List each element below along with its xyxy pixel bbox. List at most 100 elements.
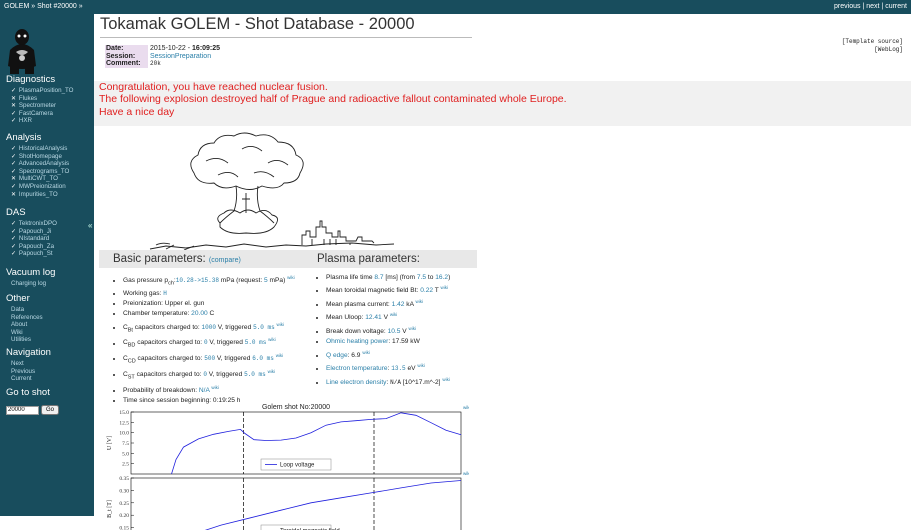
wiki-link[interactable]: wiki — [287, 275, 295, 280]
breadcrumb: GOLEM » Shot #20000 » — [4, 0, 83, 14]
title-divider — [100, 37, 472, 38]
sidebar-item-papouch-ji[interactable]: ✓ Papouch_Ji — [11, 228, 57, 236]
list-item: Probability of breakdown: N/A wiki — [123, 383, 295, 396]
wiki-link[interactable]: wiki — [277, 322, 285, 327]
electron-density-link[interactable]: Line electron density — [326, 379, 386, 386]
wiki-link[interactable]: wiki — [409, 326, 417, 331]
y-tick-label: 0.15 — [119, 526, 129, 530]
y-tick-label: 15.0 — [119, 410, 129, 416]
sidebar-item-spectrometer[interactable]: ✕ Spectrometer — [11, 102, 74, 110]
wiki-link[interactable]: wiki — [390, 312, 398, 317]
sidebar-item-label: ShotHomepage — [19, 153, 62, 160]
breadcrumb-shot-link[interactable]: Shot #20000 — [37, 3, 77, 10]
sidebar-item-data[interactable]: Data — [11, 306, 43, 314]
sidebar-item-label: MWPreionization — [19, 183, 66, 190]
next-link[interactable]: next — [866, 3, 879, 10]
y-tick-label: 0.35 — [119, 476, 129, 482]
sidebar-item-plasmaposition[interactable]: ✓ PlasmaPosition_TO — [11, 87, 74, 95]
sidebar-item-wiki[interactable]: Wiki — [11, 329, 43, 337]
wiki-link: wiki — [463, 405, 469, 410]
sidebar-item-mwpreionization[interactable]: ✓ MWPreionization — [11, 183, 69, 191]
weblog-link[interactable]: [WebLog] — [842, 46, 903, 54]
sidebar-item-historicalanalysis[interactable]: ✓ HistoricalAnalysis — [11, 145, 69, 153]
sidebar-item-multicwt[interactable]: ✕ MultiCWT_TO — [11, 175, 69, 183]
date-label: Date: — [105, 45, 148, 53]
wiki-link[interactable]: wiki — [276, 353, 284, 358]
current-link[interactable]: current — [885, 3, 907, 10]
sidebar-item-spectrograms[interactable]: ✓ Spectrograms_TO — [11, 168, 69, 176]
wiki-link[interactable]: wiki — [211, 385, 219, 390]
sidebar-item-label: Papouch_Za — [19, 243, 54, 250]
compare-link[interactable]: (compare) — [209, 257, 241, 264]
sidebar-item-hxr[interactable]: ✓ HXR — [11, 117, 74, 125]
list-item: Line electron density: N/A [10^17.m^-2] … — [326, 375, 450, 388]
breadcrumb-home-link[interactable]: GOLEM — [4, 3, 29, 10]
sidebar-item-advancedanalysis[interactable]: ✓ AdvancedAnalysis — [11, 160, 69, 168]
template-source-link[interactable]: [Template source] — [842, 38, 903, 46]
ohmic-power-link[interactable]: Ohmic heating power — [326, 338, 388, 345]
list-item: Mean toroidal magnetic field Bt: 0.22 T … — [326, 283, 450, 296]
check-icon: ✓ — [11, 168, 16, 175]
sidebar-item-label: MultiCWT_TO — [19, 175, 58, 182]
breadcrumb-separator: » — [31, 3, 35, 10]
chart-title: Golem shot No:20000 — [262, 404, 330, 411]
wiki-link[interactable]: wiki — [268, 369, 276, 374]
list-item: Q edge: 6.9 wiki — [326, 348, 450, 361]
sidebar-item-label: TektronixDPO — [19, 220, 57, 227]
previous-link[interactable]: previous — [834, 3, 860, 10]
sidebar-item-about[interactable]: About — [11, 321, 43, 329]
go-button[interactable]: Go — [41, 405, 59, 415]
list-item: CST capacitors charged to: 0 V, triggere… — [123, 367, 295, 383]
sidebar-item-utilities[interactable]: Utilities — [11, 336, 43, 344]
wiki-link[interactable]: wiki — [362, 350, 370, 355]
fusion-alert: Congratulation, you have reached nuclear… — [94, 81, 911, 126]
alert-line: Congratulation, you have reached nuclear… — [94, 81, 911, 93]
sidebar-item-charging-log[interactable]: Charging log — [11, 280, 55, 288]
session-link[interactable]: SessionPreparation — [150, 53, 211, 60]
shot-info: Date:2015-10-22 - 16:09:25 Session:Sessi… — [105, 45, 220, 68]
sidebar: « Diagnostics ✓ PlasmaPosition_TO ✕ Fluk… — [0, 14, 94, 516]
sidebar-item-current[interactable]: Current — [11, 375, 51, 383]
collapse-sidebar-icon[interactable]: « — [88, 221, 92, 230]
wiki-link[interactable]: wiki — [415, 299, 423, 304]
sidebar-item-label: FastCamera — [19, 110, 53, 117]
sidebar-item-label: AdvancedAnalysis — [19, 160, 70, 167]
sidebar-item-nistandard[interactable]: ✓ NIstandard — [11, 235, 57, 243]
q-edge-link[interactable]: Q edge — [326, 352, 348, 359]
y-tick-label: 5.0 — [122, 451, 129, 457]
sidebar-item-previous[interactable]: Previous — [11, 368, 51, 376]
cross-icon: ✕ — [11, 191, 16, 198]
sidebar-item-papouch-za[interactable]: ✓ Papouch_Za — [11, 243, 57, 251]
sidebar-item-label: Flukes — [19, 95, 37, 102]
wiki-link[interactable]: wiki — [442, 377, 450, 382]
sidebar-item-papouch-st[interactable]: ✓ Papouch_St — [11, 250, 57, 258]
shot-number-input[interactable] — [6, 406, 39, 415]
sidebar-item-next[interactable]: Next — [11, 360, 51, 368]
y-tick-label: 0.30 — [119, 488, 129, 494]
electron-temperature-link[interactable]: Electron temperature — [326, 365, 388, 372]
sidebar-item-references[interactable]: References — [11, 314, 43, 322]
sidebar-item-label: Papouch_Ji — [19, 228, 51, 235]
sidebar-item-shothomepage[interactable]: ✓ ShotHomepage — [11, 153, 69, 161]
alert-line: The following explosion destroyed half o… — [94, 93, 911, 105]
wiki-link[interactable]: wiki — [441, 285, 449, 290]
check-icon: ✓ — [11, 145, 16, 152]
plasma-parameters-list: Plasma life time 8.7 [ms] (from 7.5 to 1… — [317, 273, 450, 388]
list-item: Ohmic heating power: 17.59 kW — [326, 337, 450, 347]
wiki-link[interactable]: wiki — [268, 337, 276, 342]
legend-label: Loop voltage — [280, 463, 315, 469]
sidebar-item-label: Papouch_St — [19, 250, 53, 257]
sidebar-item-tektronixdpo[interactable]: ✓ TektronixDPO — [11, 220, 57, 228]
sidebar-item-impurities[interactable]: ✕ Impurities_TO — [11, 191, 69, 199]
sidebar-item-label: Spectrograms_TO — [19, 168, 69, 175]
time-value: 16:09:25 — [192, 45, 220, 52]
check-icon: ✓ — [11, 153, 16, 160]
shot-navigation: previous | next | current — [834, 0, 907, 14]
sidebar-item-flukes[interactable]: ✕ Flukes — [11, 95, 74, 103]
check-icon: ✓ — [11, 87, 16, 94]
wiki-link[interactable]: wiki — [417, 363, 425, 368]
list-item: CCD capacitors charged to: 500 V, trigge… — [123, 351, 295, 367]
golem-logo[interactable] — [6, 28, 38, 74]
sidebar-item-fastcamera[interactable]: ✓ FastCamera — [11, 110, 74, 118]
navigation-heading: Navigation — [6, 347, 51, 358]
